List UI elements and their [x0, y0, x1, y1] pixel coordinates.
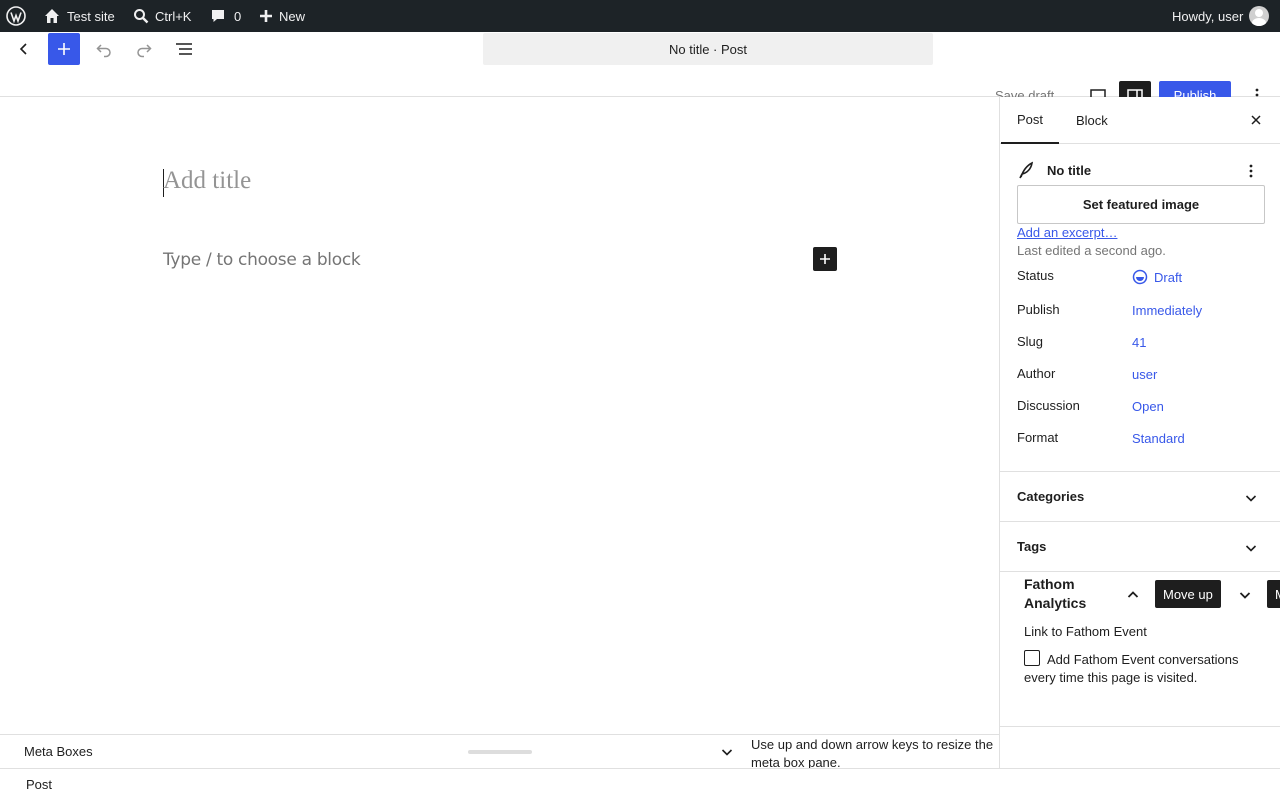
redo-icon	[137, 44, 152, 58]
move-down-button[interactable]	[1236, 586, 1254, 607]
set-featured-image-button[interactable]: Set featured image	[1017, 185, 1265, 224]
chevron-left-icon	[19, 43, 27, 55]
user-greeting: Howdy, user	[1172, 8, 1244, 24]
list-view-icon	[176, 43, 192, 55]
chevron-down-icon	[721, 749, 733, 756]
status-value: Draft	[1154, 269, 1183, 285]
search-icon	[134, 9, 149, 24]
comments-link[interactable]: 0	[210, 0, 241, 32]
wordpress-logo-icon[interactable]	[6, 0, 26, 32]
tags-panel[interactable]: Tags	[1000, 521, 1280, 571]
fathom-checkbox-label: Add Fathom Event conversations every tim…	[1024, 652, 1239, 685]
comments-count: 0	[234, 8, 242, 24]
close-sidebar-button[interactable]	[1245, 109, 1267, 134]
fathom-panel-title[interactable]: Fathom Analytics	[1024, 575, 1114, 613]
home-icon	[45, 9, 59, 23]
fathom-event-checkbox[interactable]	[1024, 650, 1040, 666]
preview-button[interactable]	[1082, 81, 1114, 97]
post-actions-button[interactable]	[1243, 163, 1259, 182]
more-vertical-icon	[1255, 88, 1259, 97]
save-draft-button[interactable]: Save draft	[995, 89, 1054, 97]
chevron-down-icon	[1239, 592, 1251, 599]
move-up-tooltip: Move up	[1155, 580, 1221, 608]
command-palette-button[interactable]: Ctrl+K	[133, 0, 191, 32]
sidebar-icon	[1127, 89, 1143, 97]
new-content-link[interactable]: New	[259, 0, 305, 32]
sidebar-tabs: Post Block	[1000, 97, 1280, 144]
post-title: No title	[1047, 162, 1092, 178]
close-icon	[1251, 115, 1261, 125]
format-value-button[interactable]: Standard	[1132, 431, 1185, 446]
fathom-link-label: Link to Fathom Event	[1024, 624, 1147, 639]
author-value-button[interactable]: user	[1132, 367, 1157, 382]
chevron-up-icon	[1127, 591, 1139, 598]
document-title-bar[interactable]: No title · Post	[483, 33, 933, 65]
undo-button[interactable]	[88, 33, 120, 65]
plus-icon	[820, 254, 830, 264]
chevron-down-icon	[1245, 545, 1257, 552]
editor-canvas: Add title Type / to choose a block	[0, 97, 999, 734]
settings-sidebar: Post Block No title Set featured image A…	[999, 97, 1280, 768]
settings-toggle-button[interactable]	[1119, 81, 1151, 97]
move-up-button[interactable]	[1124, 586, 1142, 607]
add-excerpt-link[interactable]: Add an excerpt…	[1017, 225, 1117, 240]
back-button[interactable]	[8, 33, 40, 65]
document-title: No title · Post	[668, 41, 748, 57]
post-title-input[interactable]: Add title	[163, 167, 251, 195]
author-label: Author	[1017, 366, 1056, 381]
categories-panel-title: Categories	[1017, 489, 1085, 504]
search-shortcut: Ctrl+K	[155, 8, 192, 24]
meta-boxes-toggle[interactable]	[718, 743, 736, 764]
admin-bar: Test site Ctrl+K 0 New Howdy, user	[0, 0, 1280, 32]
slug-value-button[interactable]: 41	[1132, 335, 1146, 350]
editor-footer: Post	[0, 768, 1280, 800]
options-menu-button[interactable]	[1241, 81, 1273, 97]
publish-button[interactable]: Publish	[1159, 81, 1231, 97]
meta-boxes-pane: Meta Boxes Use up and down arrow keys to…	[0, 734, 999, 770]
meta-boxes-label[interactable]: Meta Boxes	[24, 744, 93, 759]
editor-header: No title · Post Save draft Publish	[0, 32, 1280, 97]
redo-button[interactable]	[128, 33, 160, 65]
chevron-down-icon	[1245, 495, 1257, 502]
post-type-icon	[1019, 161, 1034, 179]
default-block-appender[interactable]: Type / to choose a block	[163, 250, 361, 270]
move-down-tooltip: M	[1267, 580, 1280, 608]
new-label: New	[279, 8, 306, 24]
plus-icon	[260, 10, 272, 22]
status-value-button[interactable]: Draft	[1132, 269, 1182, 285]
discussion-label: Discussion	[1017, 398, 1080, 413]
post-summary-header: No title	[1017, 161, 1091, 179]
tab-block[interactable]: Block	[1060, 97, 1124, 144]
discussion-value-button[interactable]: Open	[1132, 399, 1164, 414]
undo-icon	[96, 44, 111, 58]
site-name-link[interactable]: Test site	[43, 0, 115, 32]
block-inserter-button[interactable]	[48, 33, 80, 65]
status-label: Status	[1017, 268, 1054, 283]
resize-hint: Use up and down arrow keys to resize the…	[751, 737, 994, 770]
publish-value-button[interactable]: Immediately	[1132, 303, 1202, 318]
more-vertical-icon	[1249, 164, 1253, 178]
comment-icon	[212, 10, 224, 22]
draft-status-icon	[1132, 269, 1148, 285]
meta-box-resize-handle[interactable]	[468, 750, 532, 754]
document-overview-button[interactable]	[168, 33, 200, 65]
last-edited-text: Last edited a second ago.	[1017, 243, 1166, 258]
format-label: Format	[1017, 430, 1059, 445]
fathom-analytics-metabox: Fathom Analytics Move up M Link to Fatho…	[1000, 571, 1280, 727]
avatar	[1249, 6, 1270, 26]
tab-post[interactable]: Post	[1001, 97, 1060, 144]
tags-panel-title: Tags	[1017, 539, 1047, 554]
site-name: Test site	[67, 8, 115, 24]
breadcrumb[interactable]: Post	[26, 777, 52, 792]
publish-label: Publish	[1017, 302, 1060, 317]
plus-icon	[58, 43, 70, 55]
add-block-button[interactable]	[813, 247, 837, 271]
categories-panel[interactable]: Categories	[1000, 471, 1280, 521]
slug-label: Slug	[1017, 334, 1044, 349]
user-account-menu[interactable]: Howdy, user	[1172, 0, 1270, 32]
preview-icon	[1090, 89, 1106, 97]
